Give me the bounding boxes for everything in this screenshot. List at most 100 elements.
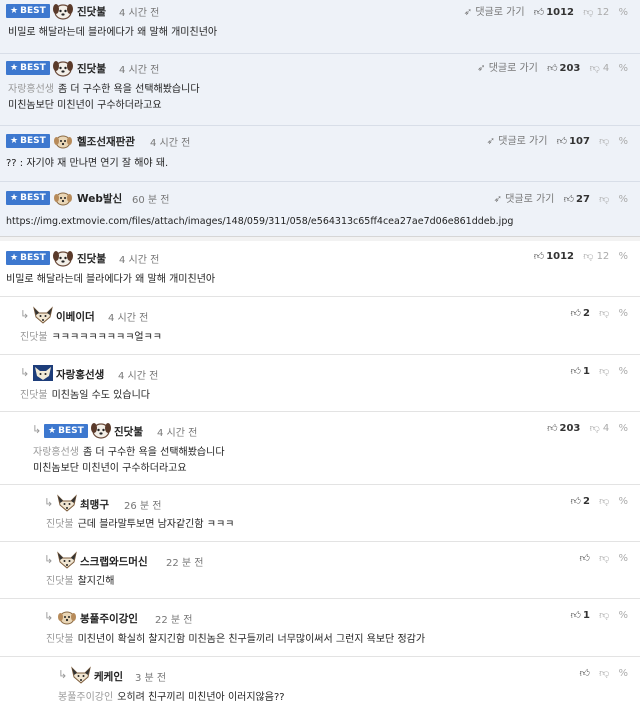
nickname[interactable]: 진닷불 bbox=[77, 4, 106, 19]
link-icon[interactable]: % bbox=[618, 194, 628, 205]
upvote-button[interactable]: 👍︎ 27 bbox=[564, 193, 590, 205]
star-icon: ★ bbox=[10, 63, 19, 73]
comment-text-line: 미친놈보단 미친년이 구수하더라고요 bbox=[33, 463, 187, 474]
downvote-button[interactable]: 👎︎ bbox=[599, 365, 609, 377]
upvote-button[interactable]: 👍︎ 203 bbox=[547, 62, 580, 74]
comment-text: 비밀로 해달라는데 블라에다가 왜 말해 개미친년아 bbox=[6, 274, 216, 285]
thumbs-down-icon: 👎︎ bbox=[599, 366, 610, 377]
upvote-button[interactable]: 👍︎ bbox=[580, 552, 590, 564]
avatar[interactable] bbox=[52, 249, 74, 267]
comment-actions: ➶ 댓글로 가기 👍︎ 107 👎︎ % bbox=[487, 132, 628, 147]
mention[interactable]: 자랑홍선생 bbox=[33, 447, 79, 458]
upvote-button[interactable]: 👍︎ 107 bbox=[557, 135, 590, 147]
avatar[interactable] bbox=[32, 306, 54, 324]
best-comment-item: ★ BEST Web발신 60 분 전 ➶ 댓글로 가기 👍︎ 27 👎︎ % ht… bbox=[0, 182, 640, 235]
mention[interactable]: 봉풀주이강인 bbox=[58, 692, 113, 703]
nickname[interactable]: 진닷불 bbox=[114, 424, 143, 439]
reply-arrow-icon: ↳ bbox=[32, 423, 42, 436]
upvote-button[interactable]: 👍︎ 1012 bbox=[534, 6, 574, 18]
nickname[interactable]: 진닷불 bbox=[77, 251, 106, 266]
thumbs-up-icon: 👍︎ bbox=[570, 308, 581, 319]
link-icon[interactable]: % bbox=[618, 308, 628, 319]
reply-arrow-icon: ↳ bbox=[20, 366, 30, 379]
nickname[interactable]: 이베이더 bbox=[56, 309, 95, 324]
reply-arrow-icon: ➶ bbox=[463, 7, 473, 18]
nickname[interactable]: Web발신 bbox=[77, 191, 122, 206]
reply-arrow-icon: ↳ bbox=[44, 496, 54, 509]
mention[interactable]: 자랑홍선생 bbox=[8, 84, 54, 95]
upvote-button[interactable]: 👍︎ 1012 bbox=[534, 250, 574, 262]
thumbs-up-icon: 👍︎ bbox=[570, 366, 581, 377]
avatar[interactable] bbox=[90, 421, 112, 439]
nickname[interactable]: 스크랩와드머신 bbox=[80, 554, 148, 569]
nickname[interactable]: 최맹구 bbox=[80, 497, 109, 512]
link-icon[interactable]: % bbox=[618, 7, 628, 18]
avatar[interactable] bbox=[52, 59, 74, 77]
nickname[interactable]: 케케인 bbox=[94, 669, 123, 684]
go-to-comment-link[interactable]: ➶ 댓글로 가기 bbox=[477, 59, 538, 74]
upvote-button[interactable]: 👍︎ 1 bbox=[571, 365, 590, 377]
link-icon[interactable]: % bbox=[618, 366, 628, 377]
go-to-comment-link[interactable]: ➶ 댓글로 가기 bbox=[494, 190, 555, 205]
avatar[interactable] bbox=[56, 608, 78, 626]
link-icon[interactable]: % bbox=[618, 553, 628, 564]
downvote-button[interactable]: 👎︎ bbox=[599, 495, 609, 507]
thumbs-up-icon: 👍︎ bbox=[579, 668, 590, 679]
timestamp: 60 분 전 bbox=[132, 195, 170, 206]
thumbs-up-icon: 👍︎ bbox=[570, 496, 581, 507]
avatar[interactable] bbox=[32, 364, 54, 382]
reply-arrow-icon: ➶ bbox=[493, 194, 503, 205]
avatar[interactable] bbox=[52, 2, 74, 20]
go-to-comment-link[interactable]: ➶ 댓글로 가기 bbox=[464, 3, 525, 18]
nickname[interactable]: 진닷불 bbox=[77, 61, 106, 76]
thumbs-down-icon: 👎︎ bbox=[599, 136, 610, 147]
link-icon[interactable]: % bbox=[618, 610, 628, 621]
link-icon[interactable]: % bbox=[618, 136, 628, 147]
mention[interactable]: 진닷불 bbox=[20, 332, 48, 343]
link-icon[interactable]: % bbox=[618, 496, 628, 507]
avatar[interactable] bbox=[70, 666, 92, 684]
comment-actions: 👍︎ 1 👎︎ % bbox=[571, 365, 628, 377]
downvote-button[interactable]: 👎︎ 4 bbox=[590, 422, 610, 434]
downvote-button[interactable]: 👎︎ bbox=[599, 667, 609, 679]
thumbs-down-icon: 👎︎ bbox=[599, 553, 610, 564]
avatar[interactable] bbox=[56, 494, 78, 512]
best-badge: ★ BEST bbox=[6, 61, 50, 75]
downvote-button[interactable]: 👎︎ 4 bbox=[590, 62, 610, 74]
link-icon[interactable]: % bbox=[618, 251, 628, 262]
comment-text: ?? : 자기야 재 만나면 연기 잘 해야 돼. bbox=[6, 158, 169, 169]
comment-text-link[interactable]: https://img.extmovie.com/files/attach/im… bbox=[6, 214, 513, 230]
nickname[interactable]: 자랑홍선생 bbox=[56, 367, 104, 382]
downvote-button[interactable]: 👎︎ bbox=[599, 609, 609, 621]
nickname[interactable]: 봉풀주이강인 bbox=[80, 611, 138, 626]
upvote-button[interactable]: 👍︎ 2 bbox=[571, 307, 590, 319]
nickname[interactable]: 헬조선재판관 bbox=[77, 134, 135, 149]
link-icon[interactable]: % bbox=[618, 423, 628, 434]
mention[interactable]: 진닷불 bbox=[46, 576, 74, 587]
avatar[interactable] bbox=[52, 189, 74, 207]
upvote-button[interactable]: 👍︎ 2 bbox=[571, 495, 590, 507]
mention[interactable]: 진닷불 bbox=[46, 519, 74, 530]
go-to-comment-link[interactable]: ➶ 댓글로 가기 bbox=[487, 132, 548, 147]
downvote-button[interactable]: 👎︎ bbox=[599, 193, 609, 205]
downvote-button[interactable]: 👎︎ bbox=[599, 135, 609, 147]
thumbs-down-icon: 👎︎ bbox=[599, 308, 610, 319]
reply-arrow-icon: ➶ bbox=[486, 136, 496, 147]
comment-actions: ➶ 댓글로 가기 👍︎ 27 👎︎ % bbox=[494, 190, 628, 205]
link-icon[interactable]: % bbox=[618, 63, 628, 74]
downvote-button[interactable]: 👎︎ bbox=[599, 307, 609, 319]
thumbs-down-icon: 👎︎ bbox=[589, 423, 600, 434]
mention[interactable]: 진닷불 bbox=[20, 390, 48, 401]
upvote-button[interactable]: 👍︎ bbox=[580, 667, 590, 679]
mention[interactable]: 진닷불 bbox=[46, 634, 74, 645]
upvote-button[interactable]: 👍︎ 1 bbox=[571, 609, 590, 621]
star-icon: ★ bbox=[10, 6, 19, 16]
downvote-button[interactable]: 👎︎ 12 bbox=[583, 6, 609, 18]
avatar[interactable] bbox=[52, 132, 74, 150]
link-icon[interactable]: % bbox=[618, 668, 628, 679]
comment-actions: 👍︎ 2 👎︎ % bbox=[571, 495, 628, 507]
downvote-button[interactable]: 👎︎ bbox=[599, 552, 609, 564]
downvote-button[interactable]: 👎︎ 12 bbox=[583, 250, 609, 262]
upvote-button[interactable]: 👍︎ 203 bbox=[547, 422, 580, 434]
avatar[interactable] bbox=[56, 551, 78, 569]
